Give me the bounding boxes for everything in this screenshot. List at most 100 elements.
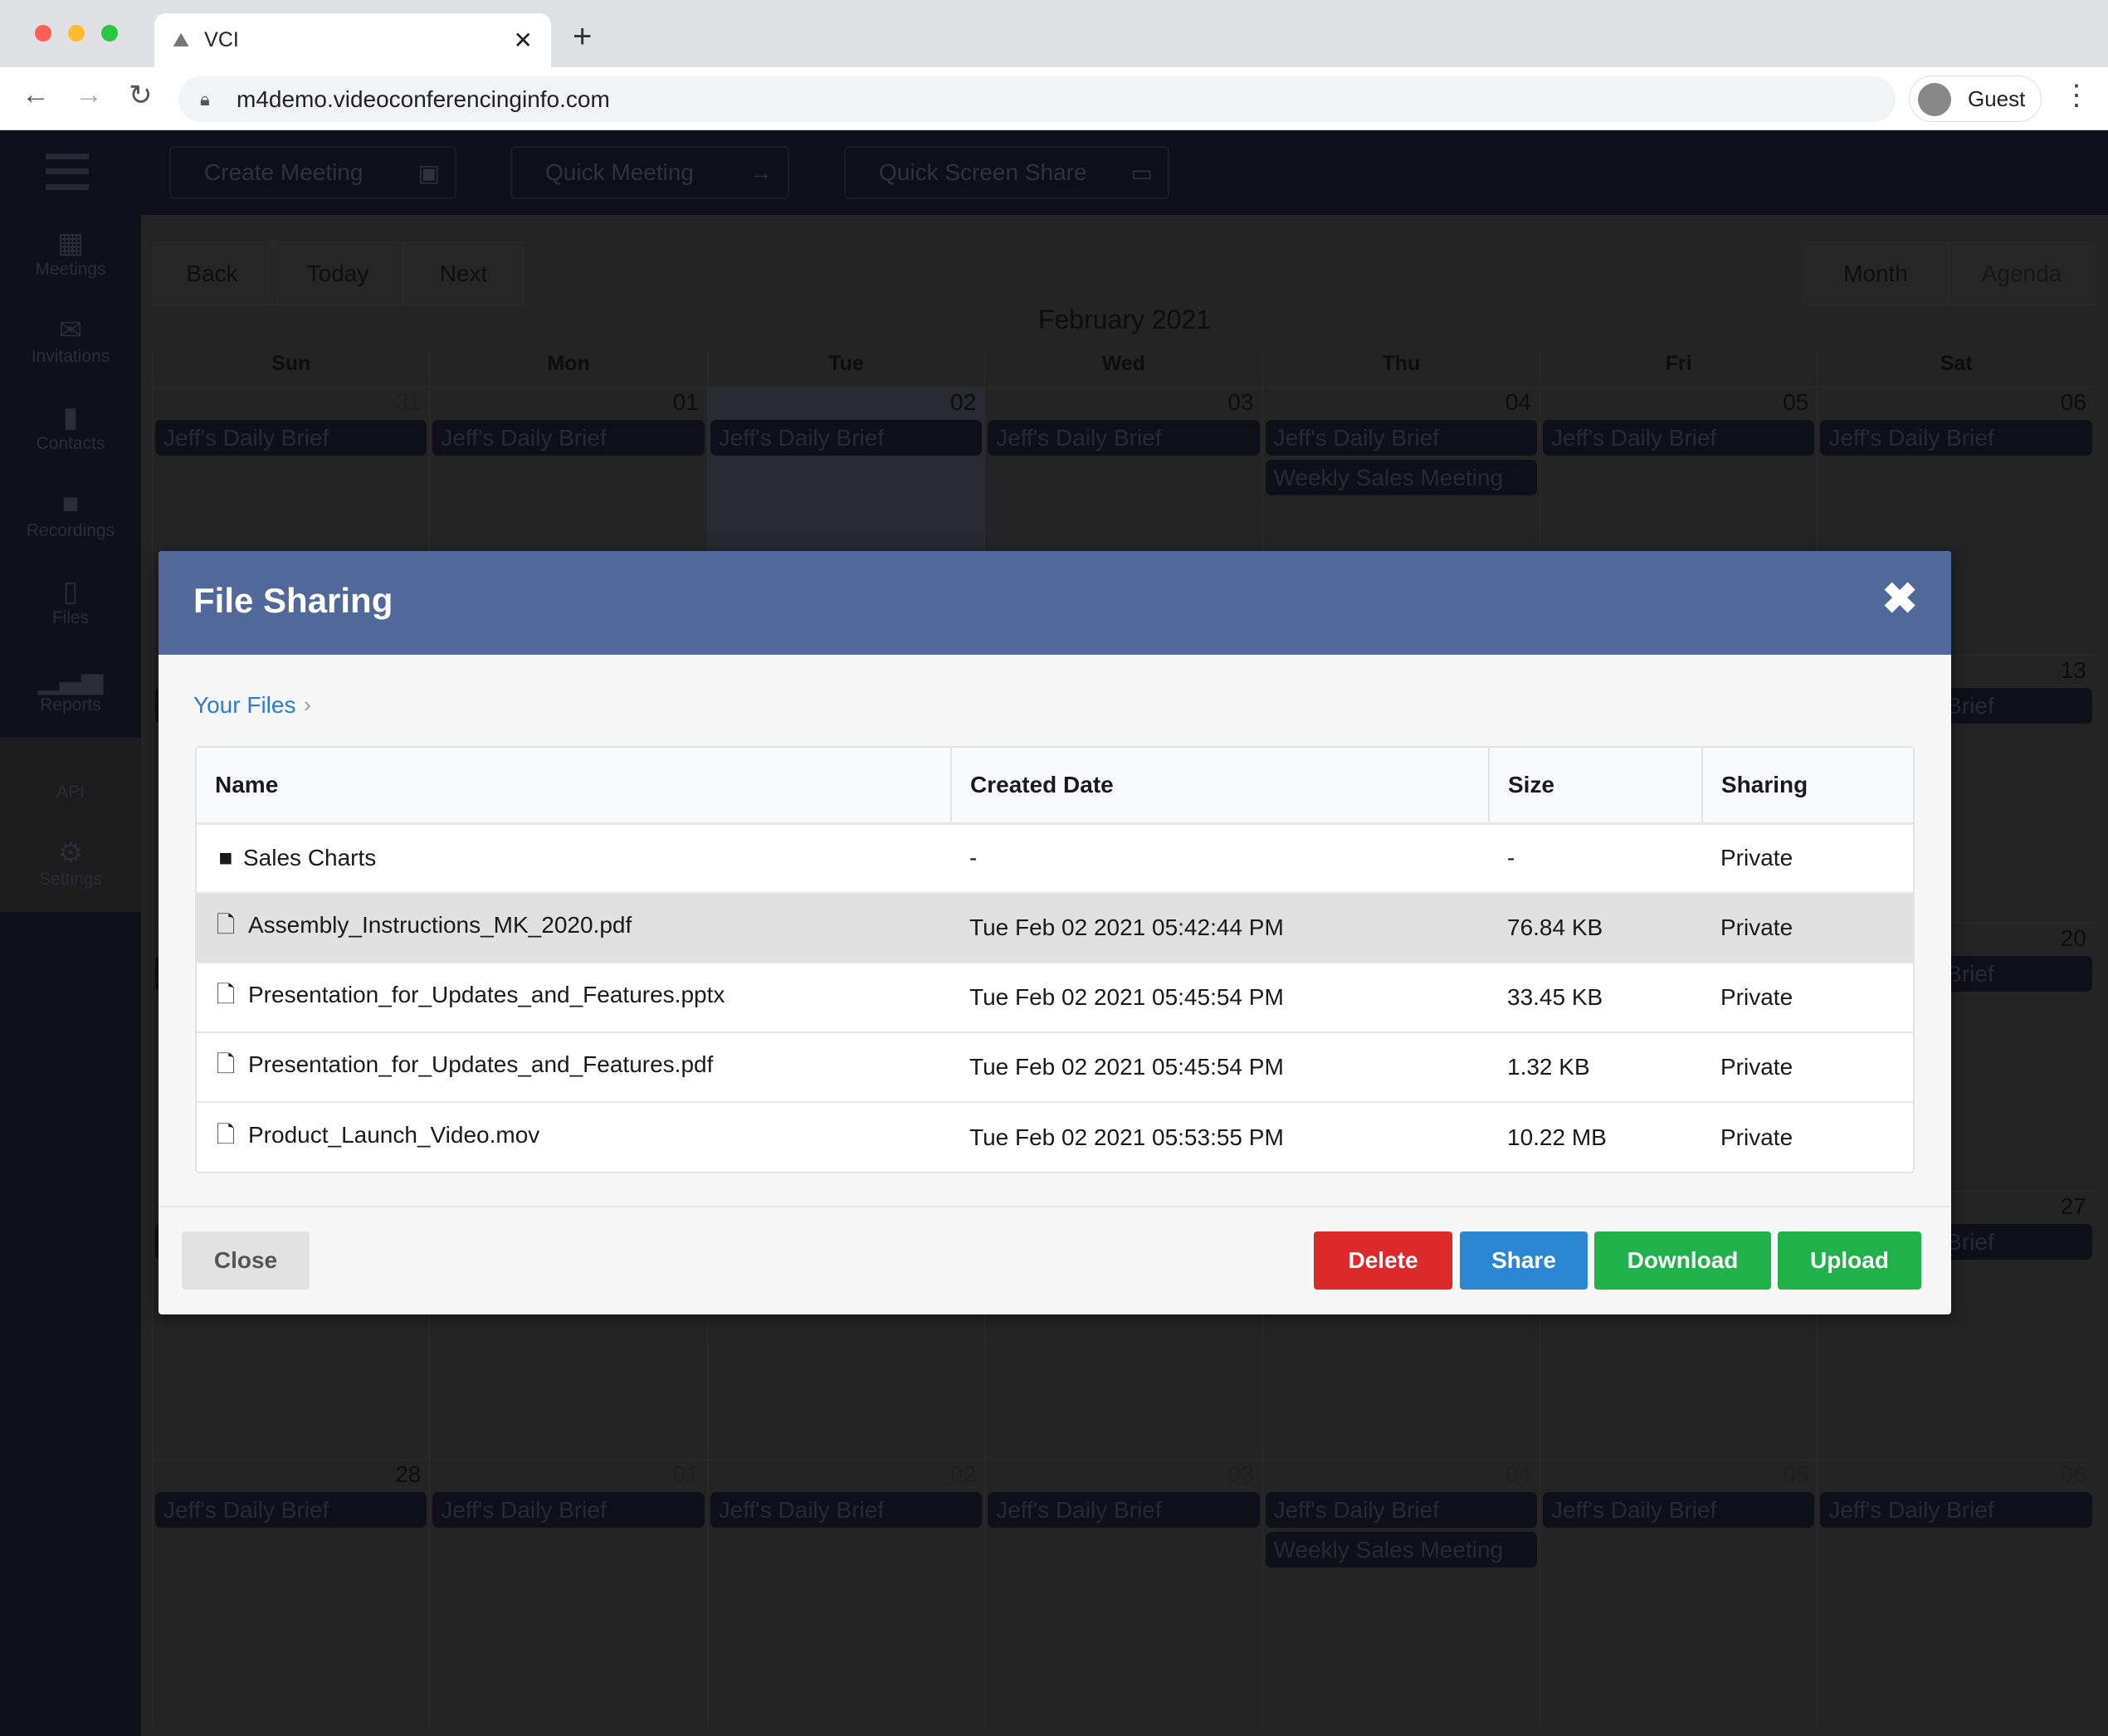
close-tab-icon[interactable]: ✕ (514, 27, 533, 54)
bar-chart-icon: ▁▃▅ (37, 663, 104, 695)
forward-arrow-icon[interactable]: → (75, 79, 103, 111)
files-table: Name Created Date Size Sharing ■ Sales Ch… (195, 746, 1915, 1173)
cell-sharing: Private (1702, 892, 1913, 963)
maximize-window-button[interactable] (101, 25, 118, 41)
column-header-size[interactable]: Size (1489, 748, 1703, 825)
video-camera-icon: ■ (61, 488, 80, 519)
breadcrumb-your-files[interactable]: Your Files (193, 692, 295, 719)
event-daily-brief[interactable]: Jeff's Daily Brief (155, 1492, 427, 1528)
sidebar-item-invitations[interactable]: ✉ Invitations (0, 302, 141, 389)
calendar-day-cell[interactable]: 02 Jeff's Daily Brief (706, 1459, 985, 1727)
event-daily-brief[interactable]: Jeff's Daily Brief (432, 420, 705, 456)
cell-size: 76.84 KB (1489, 892, 1702, 963)
upload-button[interactable]: Upload (1778, 1231, 1921, 1290)
quick-meeting-label: Quick Meeting (545, 159, 694, 185)
calendar-day-cell[interactable]: 28 Jeff's Daily Brief (152, 1459, 430, 1727)
table-row[interactable]: 🗋 Assembly_Instructions_MK_2020.pdf Tue F… (197, 892, 1913, 963)
cell-name: 🗋 Product_Launch_Video.mov (197, 1101, 951, 1172)
url-text: m4demo.videoconferencinginfo.com (237, 85, 610, 112)
sidebar-item-label: Recordings (26, 521, 115, 540)
sidebar-item-api[interactable]: API (0, 738, 141, 825)
calendar-day-cell[interactable]: 05 Jeff's Daily Brief (1540, 1459, 1818, 1727)
gears-icon: ⚙ (57, 837, 84, 869)
day-number: 03 (1227, 389, 1254, 415)
calendar-day-cell[interactable]: 03 Jeff's Daily Brief (984, 1459, 1262, 1727)
month-view-button[interactable]: Month (1803, 242, 1949, 305)
event-daily-brief[interactable]: Jeff's Daily Brief (432, 1492, 705, 1528)
browser-tab[interactable]: ⛰ VCI ✕ (154, 13, 551, 67)
event-daily-brief[interactable]: Jeff's Daily Brief (1820, 1492, 2092, 1528)
day-number: 05 (1783, 1461, 1809, 1487)
event-daily-brief[interactable]: Jeff's Daily Brief (1543, 1492, 1815, 1528)
column-header-name[interactable]: Name (197, 748, 952, 825)
event-daily-brief[interactable]: Jeff's Daily Brief (1820, 420, 2092, 456)
day-header: Mon (429, 352, 706, 384)
sidebar-item-files[interactable]: ▯ Files (0, 563, 141, 651)
table-row[interactable]: 🗋 Presentation_for_Updates_and_Features.p… (197, 962, 1913, 1032)
event-daily-brief[interactable]: Jeff's Daily Brief (710, 1492, 983, 1528)
cell-created-date: - (951, 822, 1489, 893)
event-daily-brief[interactable]: Jeff's Daily Brief (988, 1492, 1260, 1528)
delete-button[interactable]: Delete (1314, 1231, 1452, 1290)
file-name: Product_Launch_Video.mov (248, 1121, 540, 1148)
event-weekly-sales-meeting[interactable]: Weekly Sales Meeting (1265, 1532, 1537, 1568)
day-number: 04 (1505, 1461, 1531, 1487)
event-daily-brief[interactable]: Jeff's Daily Brief (1543, 420, 1815, 456)
event-daily-brief[interactable]: Jeff's Daily Brief (710, 420, 983, 456)
profile-button[interactable]: Guest (1909, 76, 2042, 122)
column-header-created-date[interactable]: Created Date (951, 748, 1490, 825)
sidebar-item-reports[interactable]: ▁▃▅ Reports (0, 651, 141, 738)
close-button[interactable]: Close (182, 1231, 310, 1290)
day-number: 01 (672, 389, 699, 415)
day-header: Thu (1261, 352, 1540, 384)
file-icon: 🗋 (216, 1051, 236, 1077)
url-field[interactable]: 🔒︎ m4demo.videoconferencinginfo.com (178, 76, 1896, 122)
reload-icon[interactable]: ↻ (129, 79, 153, 112)
sidebar-item-label: Settings (39, 870, 102, 889)
event-daily-brief[interactable]: Jeff's Daily Brief (1265, 420, 1537, 456)
sidebar-item-meetings[interactable]: ▦ Meetings (0, 215, 141, 302)
sidebar-item-label: Files (51, 608, 90, 627)
cell-name: ■ Sales Charts (197, 822, 951, 893)
table-row[interactable]: 🗋 Product_Launch_Video.mov Tue Feb 02 202… (197, 1101, 1913, 1172)
back-arrow-icon[interactable]: ← (22, 79, 50, 111)
menu-kebab-icon[interactable]: ⋮ (2062, 79, 2091, 112)
table-row[interactable]: ■ Sales Charts - - Private (197, 822, 1913, 893)
minimize-window-button[interactable] (68, 25, 85, 41)
event-weekly-sales-meeting[interactable]: Weekly Sales Meeting (1265, 460, 1537, 495)
profile-name: Guest (1968, 85, 2026, 111)
quick-screen-share-button[interactable]: Quick Screen Share ▭ (844, 146, 1169, 199)
event-daily-brief[interactable]: Jeff's Daily Brief (988, 420, 1260, 456)
column-header-sharing[interactable]: Sharing (1702, 748, 1913, 825)
arrow-right-icon: → (749, 159, 773, 185)
agenda-view-button[interactable]: Agenda (1949, 242, 2095, 305)
calendar-day-cell[interactable]: 06 Jeff's Daily Brief (1817, 1459, 2095, 1727)
calendar-today-button[interactable]: Today (272, 242, 403, 305)
create-meeting-button[interactable]: Create Meeting ▣ (169, 146, 456, 199)
close-icon[interactable]: ✖ (1881, 574, 1918, 624)
event-daily-brief[interactable]: Jeff's Daily Brief (1265, 1492, 1537, 1528)
monitor-icon: ▭ (1130, 159, 1153, 186)
favicon-icon: ⛰ (173, 28, 190, 51)
share-button[interactable]: Share (1460, 1231, 1588, 1290)
cell-sharing: Private (1702, 962, 1913, 1032)
close-window-button[interactable] (35, 25, 51, 41)
cell-created-date: Tue Feb 02 2021 05:45:54 PM (951, 1031, 1489, 1102)
calendar-day-cell[interactable]: 01 Jeff's Daily Brief (429, 1459, 707, 1727)
sidebar-item-recordings[interactable]: ■ Recordings (0, 476, 141, 563)
chevron-right-icon: › (304, 692, 311, 717)
event-daily-brief[interactable]: Jeff's Daily Brief (155, 420, 427, 456)
avatar-icon (1918, 83, 1951, 116)
calendar-day-cell[interactable]: 04 Jeff's Daily Brief Weekly Sales Meeting (1261, 1459, 1540, 1727)
calendar-back-button[interactable]: Back (152, 242, 272, 305)
hamburger-menu-icon[interactable] (46, 154, 89, 190)
calendar-next-button[interactable]: Next (403, 242, 524, 305)
day-number: 01 (672, 1461, 699, 1487)
quick-meeting-button[interactable]: Quick Meeting → (510, 146, 789, 199)
modal-title: File Sharing (193, 581, 393, 620)
table-row[interactable]: 🗋 Presentation_for_Updates_and_Features.p… (197, 1031, 1913, 1102)
download-button[interactable]: Download (1594, 1231, 1771, 1290)
new-tab-icon[interactable]: + (573, 18, 592, 56)
sidebar-item-settings[interactable]: ⚙ Settings (0, 825, 141, 912)
sidebar-item-contacts[interactable]: ▮ Contacts (0, 389, 141, 476)
